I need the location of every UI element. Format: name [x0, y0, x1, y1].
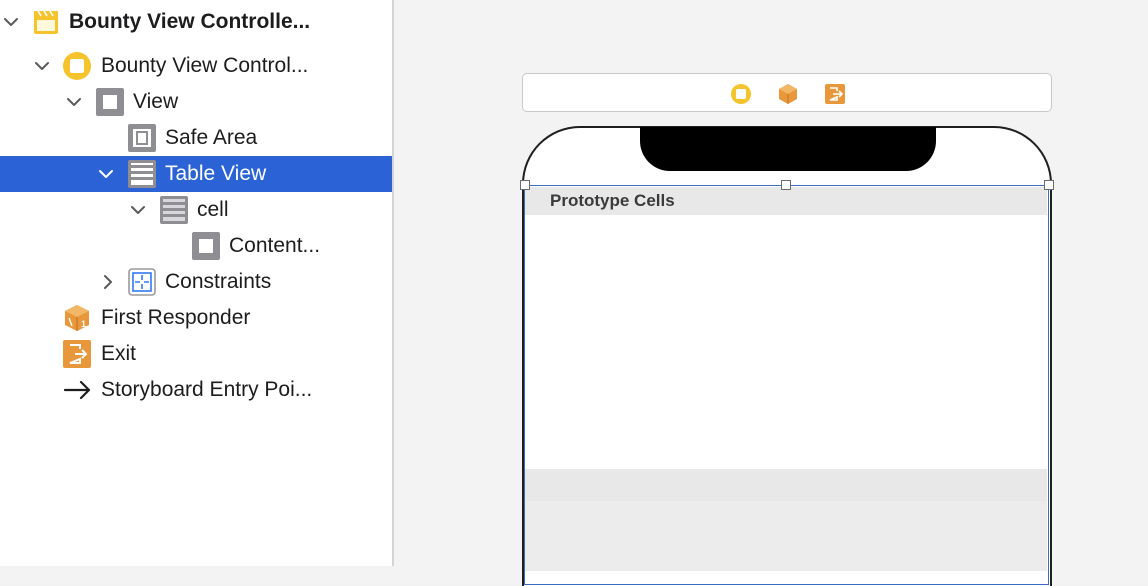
- chevron-down-icon[interactable]: [127, 192, 149, 228]
- outline-item-label: Constraints: [165, 270, 272, 293]
- svg-text:1: 1: [81, 319, 86, 329]
- safe-area-icon: [127, 123, 157, 153]
- prototype-cells-label: Prototype Cells: [550, 191, 675, 210]
- scene-dock[interactable]: [522, 73, 1052, 112]
- exit-icon[interactable]: [824, 83, 846, 105]
- outline-item-label: Storyboard Entry Poi...: [101, 378, 313, 401]
- device-notch: [640, 127, 936, 171]
- arrow-right-icon: [62, 375, 92, 405]
- chevron-down-icon[interactable]: [0, 4, 22, 40]
- table-footer-band: [525, 469, 1047, 501]
- outline-item-view-controller[interactable]: Bounty View Control...: [0, 48, 392, 84]
- outline-item-label: Exit: [101, 342, 137, 365]
- view-icon: [95, 87, 125, 117]
- exit-icon: [62, 339, 92, 369]
- outline-scene-row[interactable]: Bounty View Controlle...: [0, 4, 392, 40]
- outline-item-label: Content...: [229, 234, 321, 257]
- outline-item-constraints[interactable]: Constraints: [0, 264, 392, 300]
- chevron-right-icon[interactable]: [97, 264, 119, 300]
- resize-handle-top-center[interactable]: [781, 180, 791, 190]
- outline-item-content-view[interactable]: Content...: [0, 228, 392, 264]
- outline-scene-label: Bounty View Controlle...: [69, 10, 311, 33]
- chevron-down-icon[interactable]: [95, 156, 117, 192]
- first-responder-icon[interactable]: [777, 83, 799, 105]
- sidebar-divider[interactable]: [392, 0, 394, 566]
- view-controller-icon: [62, 51, 92, 81]
- outline-item-first-responder[interactable]: 1 First Responder: [0, 300, 392, 336]
- outline-item-label: cell: [197, 198, 229, 221]
- outline-item-label: Table View: [165, 162, 267, 185]
- constraints-icon: [127, 267, 157, 297]
- scene-icon: [31, 7, 61, 37]
- outline-item-label: First Responder: [101, 306, 251, 329]
- first-responder-icon: 1: [62, 303, 92, 333]
- view-icon: [191, 231, 221, 261]
- view-controller-icon[interactable]: [730, 83, 752, 105]
- chevron-down-icon[interactable]: [31, 48, 53, 84]
- document-outline: Bounty View Controlle... Bounty View Con…: [0, 0, 392, 566]
- table-empty-area: [525, 501, 1047, 571]
- outline-item-view[interactable]: View: [0, 84, 392, 120]
- resize-handle-top-left[interactable]: [520, 180, 530, 190]
- outline-item-label: Bounty View Control...: [101, 54, 309, 77]
- outline-item-safe-area[interactable]: Safe Area: [0, 120, 392, 156]
- outline-item-label: View: [133, 90, 179, 113]
- resize-handle-top-right[interactable]: [1044, 180, 1054, 190]
- outline-item-label: Safe Area: [165, 126, 258, 149]
- outline-item-table-view[interactable]: Table View: [0, 156, 392, 192]
- outline-item-cell[interactable]: cell: [0, 192, 392, 228]
- table-cell-icon: [159, 195, 189, 225]
- table-view-icon: [127, 159, 157, 189]
- outline-item-exit[interactable]: Exit: [0, 336, 392, 372]
- outline-item-storyboard-entry-point[interactable]: Storyboard Entry Poi...: [0, 372, 392, 408]
- chevron-down-icon[interactable]: [63, 84, 85, 120]
